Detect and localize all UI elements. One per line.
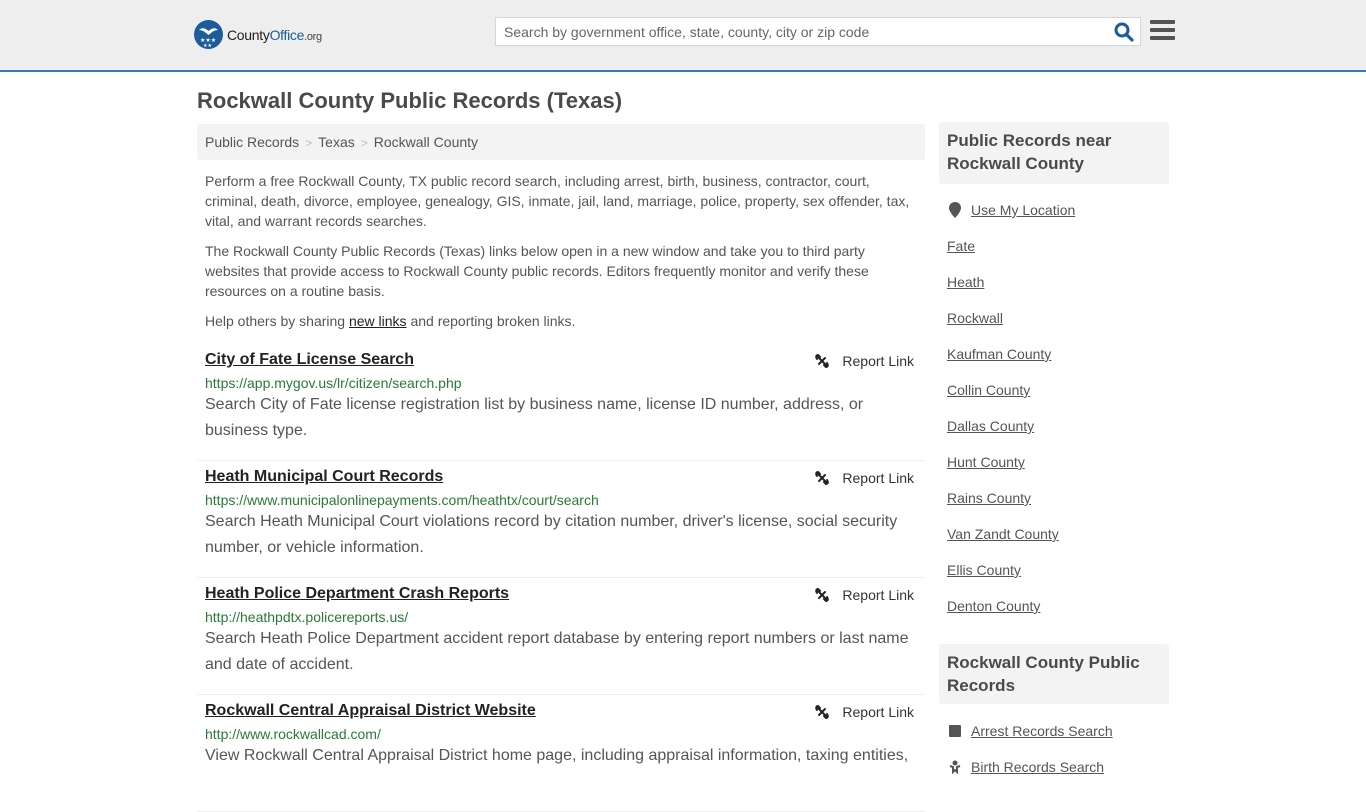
use-my-location-item: Use My Location (947, 192, 1167, 228)
nearby-link-denton-county[interactable]: Denton County (947, 598, 1040, 614)
nearby-link-rains-county[interactable]: Rains County (947, 490, 1031, 506)
breadcrumb-separator: > (305, 136, 313, 150)
record-title-link[interactable]: Heath Police Department Crash Reports (205, 585, 509, 603)
report-link-button[interactable]: Report Link (814, 353, 914, 369)
record-item: Rockwall Central Appraisal District Webs… (197, 695, 925, 812)
record-item: City of Fate License Search Report Link … (197, 344, 925, 461)
nearby-link-rockwall[interactable]: Rockwall (947, 310, 1003, 326)
baby-icon (947, 760, 963, 774)
site-header: ★★★ ★★ CountyOffice.org (0, 0, 1366, 72)
records-list: City of Fate License Search Report Link … (197, 344, 925, 812)
help-text: and reporting broken links. (406, 313, 576, 329)
nearby-records-list: Use My Location Fate Heath Rockwall Kauf… (947, 192, 1167, 624)
hamburger-menu-button[interactable] (1150, 20, 1175, 42)
nearby-link-ellis-county[interactable]: Ellis County (947, 562, 1021, 578)
nearby-link-collin-county[interactable]: Collin County (947, 382, 1030, 398)
new-links-link[interactable]: new links (349, 313, 407, 329)
report-link-label: Report Link (842, 470, 914, 486)
record-title-link[interactable]: Heath Municipal Court Records (205, 468, 443, 486)
broken-link-icon (815, 470, 830, 486)
record-description: Search Heath Municipal Court violations … (205, 513, 898, 556)
report-link-label: Report Link (842, 704, 914, 720)
nearby-link-hunt-county[interactable]: Hunt County (947, 454, 1025, 470)
nearby-item: Denton County (947, 588, 1167, 624)
nearby-item: Van Zandt County (947, 516, 1167, 552)
menu-bar (1150, 28, 1175, 32)
breadcrumb: Public Records > Texas > Rockwall County (197, 124, 925, 160)
record-description: Search Heath Police Department accident … (205, 630, 909, 673)
county-record-item: Birth Records Search (947, 749, 1167, 785)
nearby-link-kaufman-county[interactable]: Kaufman County (947, 346, 1051, 362)
menu-bar (1150, 36, 1175, 40)
nearby-link-van-zandt-county[interactable]: Van Zandt County (947, 526, 1059, 542)
nearby-item: Heath (947, 264, 1167, 300)
intro-paragraph: Perform a free Rockwall County, TX publi… (205, 173, 910, 229)
record-url[interactable]: https://app.mygov.us/lr/citizen/search.p… (205, 375, 917, 391)
county-office-logo[interactable]: ★★★ ★★ CountyOffice.org (194, 20, 322, 49)
county-records-list: Arrest Records Search Birth Records Sear… (947, 713, 1167, 785)
square-icon (947, 725, 963, 737)
record-url[interactable]: http://www.rockwallcad.com/ (205, 726, 917, 742)
nearby-item: Ellis County (947, 552, 1167, 588)
broken-link-icon (815, 353, 830, 369)
broken-link-icon (815, 704, 830, 720)
birth-records-link[interactable]: Birth Records Search (971, 759, 1104, 775)
arrest-records-link[interactable]: Arrest Records Search (971, 723, 1113, 739)
breadcrumb-separator: > (360, 136, 368, 150)
search-button[interactable] (1114, 22, 1134, 42)
help-text: Help others by sharing (205, 313, 349, 329)
page-title: Rockwall County Public Records (Texas) (197, 88, 623, 113)
record-url[interactable]: http://heathpdtx.policereports.us/ (205, 609, 917, 625)
use-my-location-link[interactable]: Use My Location (971, 202, 1075, 218)
logo-text: CountyOffice.org (227, 26, 322, 43)
nearby-item: Fate (947, 228, 1167, 264)
record-title-link[interactable]: City of Fate License Search (205, 351, 414, 369)
help-sharing-text: Help others by sharing new links and rep… (205, 311, 920, 331)
record-description: View Rockwall Central Appraisal District… (205, 747, 909, 764)
report-link-button[interactable]: Report Link (814, 587, 914, 603)
eagle-badge-icon: ★★★ ★★ (194, 20, 223, 49)
intro-paragraph: The Rockwall County Public Records (Texa… (205, 243, 869, 299)
report-link-label: Report Link (842, 587, 914, 603)
nearby-link-heath[interactable]: Heath (947, 274, 984, 290)
svg-text:★★: ★★ (203, 43, 212, 49)
record-url[interactable]: https://www.municipalonlinepayments.com/… (205, 492, 917, 508)
nearby-item: Rockwall (947, 300, 1167, 336)
record-item: Heath Police Department Crash Reports Re… (197, 578, 925, 695)
nearby-item: Kaufman County (947, 336, 1167, 372)
county-records-heading: Rockwall County Public Records (939, 644, 1169, 704)
report-link-button[interactable]: Report Link (814, 704, 914, 720)
record-title-link[interactable]: Rockwall Central Appraisal District Webs… (205, 702, 536, 720)
map-marker-icon (947, 202, 963, 218)
nearby-link-fate[interactable]: Fate (947, 238, 975, 254)
nearby-records-heading: Public Records near Rockwall County (939, 122, 1169, 184)
breadcrumb-rockwall-county: Rockwall County (373, 134, 479, 150)
search-input[interactable] (496, 18, 1106, 45)
broken-link-icon (815, 587, 830, 603)
report-link-button[interactable]: Report Link (814, 470, 914, 486)
breadcrumb-texas[interactable]: Texas (318, 134, 355, 150)
hamburger-menu-icon (1150, 20, 1175, 24)
search-icon (1114, 22, 1134, 42)
intro-text: Perform a free Rockwall County, TX publi… (205, 171, 920, 341)
report-link-label: Report Link (842, 353, 914, 369)
nearby-item: Collin County (947, 372, 1167, 408)
county-record-item: Arrest Records Search (947, 713, 1167, 749)
nearby-item: Hunt County (947, 444, 1167, 480)
search-box (495, 17, 1141, 46)
breadcrumb-public-records[interactable]: Public Records (205, 134, 299, 150)
nearby-item: Rains County (947, 480, 1167, 516)
nearby-item: Dallas County (947, 408, 1167, 444)
record-description: Search City of Fate license registration… (205, 396, 864, 439)
nearby-link-dallas-county[interactable]: Dallas County (947, 418, 1034, 434)
record-item: Heath Municipal Court Records Report Lin… (197, 461, 925, 578)
